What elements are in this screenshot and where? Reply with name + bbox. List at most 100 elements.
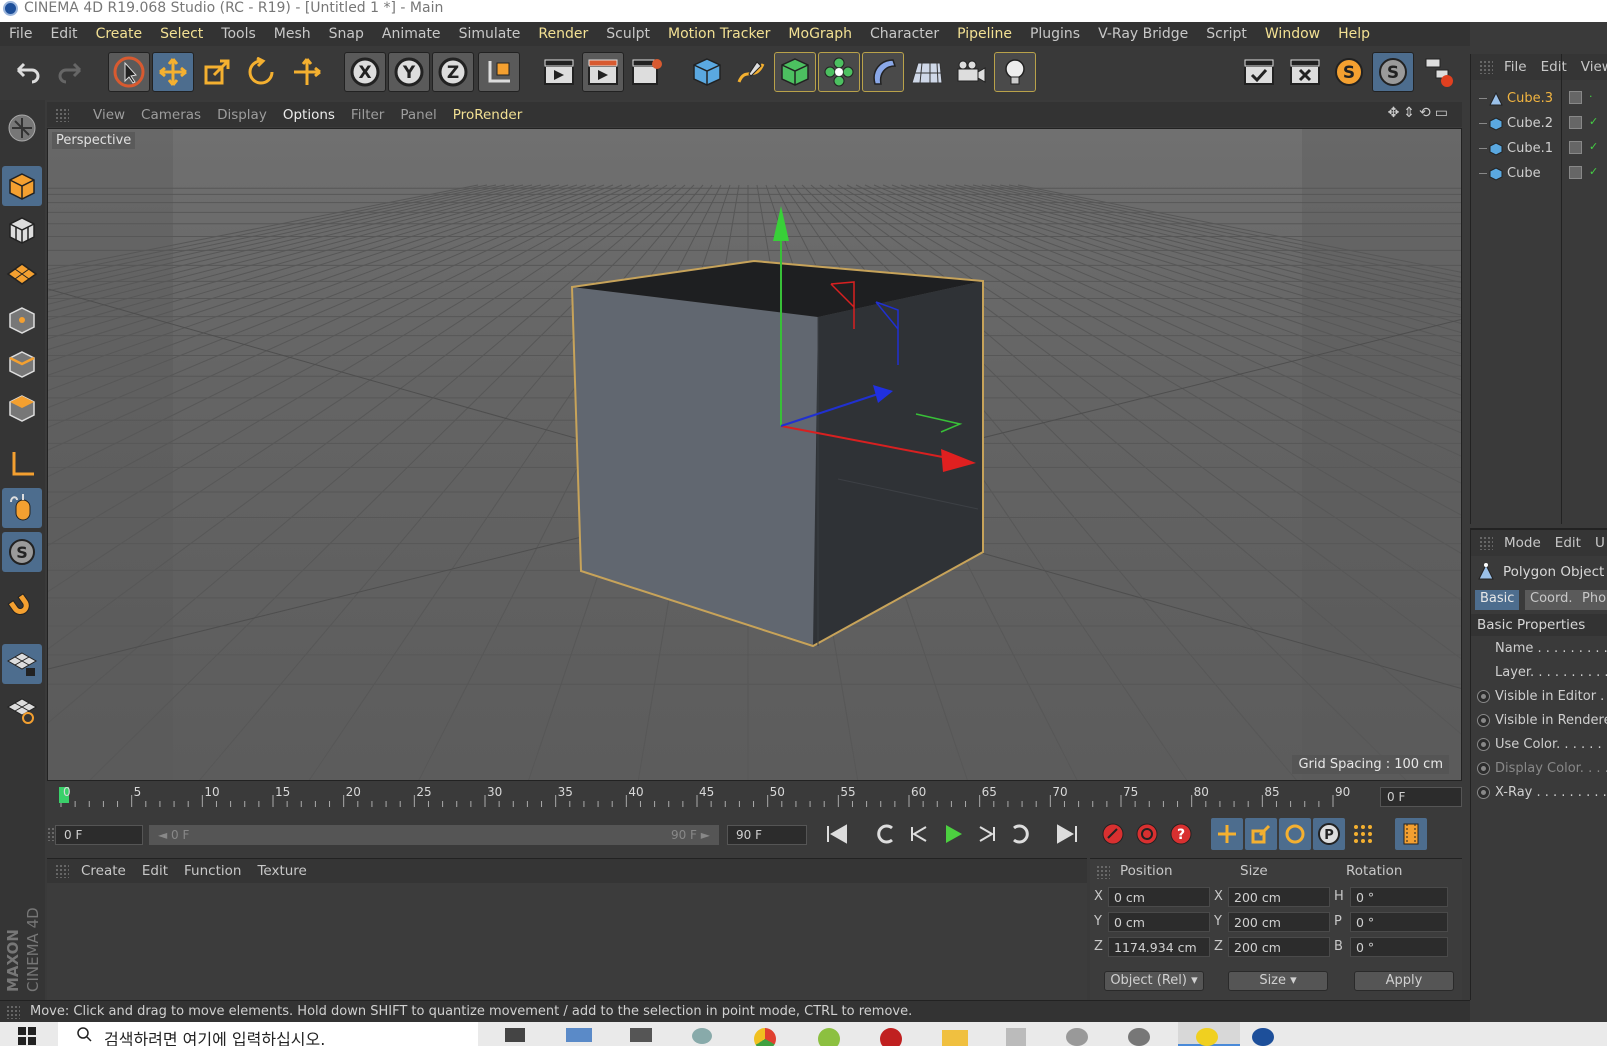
- menu-mograph[interactable]: MoGraph: [779, 26, 861, 42]
- attribute-tab-coord[interactable]: Coord.: [1525, 590, 1578, 610]
- solo-mode-button[interactable]: S: [2, 532, 42, 572]
- autokeying-button[interactable]: [1131, 818, 1163, 850]
- object-menu-file[interactable]: File: [1497, 59, 1534, 75]
- render-to-picture-viewer-button[interactable]: [582, 52, 624, 92]
- position-z-field[interactable]: 1174.934 cm: [1108, 937, 1210, 957]
- menu-create[interactable]: Create: [87, 26, 152, 42]
- attribute-property-row[interactable]: Visible in Renderer: [1471, 710, 1607, 732]
- render-settings-button[interactable]: [626, 52, 668, 92]
- animate-radio-icon[interactable]: [1477, 714, 1490, 727]
- add-camera-button[interactable]: [950, 52, 992, 92]
- key-position-button[interactable]: [1211, 818, 1243, 850]
- next-frame-button[interactable]: [971, 818, 1003, 850]
- enable-axis-button[interactable]: [2, 444, 42, 484]
- taskbar-app-icon-6[interactable]: [1128, 1028, 1150, 1046]
- z-axis-lock-button[interactable]: Z: [432, 52, 474, 92]
- rotate-tool-button[interactable]: [240, 52, 282, 92]
- render-view-button[interactable]: [538, 52, 580, 92]
- edges-mode-button[interactable]: [2, 344, 42, 384]
- snapping-button[interactable]: [2, 588, 42, 628]
- menu-motion-tracker[interactable]: Motion Tracker: [659, 26, 779, 42]
- keyframe-selection-button[interactable]: ?: [1165, 818, 1197, 850]
- goto-start-button[interactable]: [821, 818, 853, 850]
- make-editable-button[interactable]: [2, 108, 42, 148]
- attribute-property-row[interactable]: Name . . . . . . . . .: [1471, 638, 1607, 660]
- add-floor-button[interactable]: [906, 52, 948, 92]
- redo-button[interactable]: [50, 52, 92, 92]
- menu-select[interactable]: Select: [151, 26, 212, 42]
- move-tool-button[interactable]: [152, 52, 194, 92]
- menu-simulate[interactable]: Simulate: [450, 26, 530, 42]
- windows-start-icon[interactable]: [18, 1027, 36, 1045]
- timeline-ruler[interactable]: 0 5 10 15 20 25 30 35 40 45 50 55 60 65 70 75 80 85 90 0 F: [47, 781, 1462, 811]
- rotation-p-field[interactable]: 0 °: [1350, 912, 1448, 932]
- y-axis-lock-button[interactable]: Y: [388, 52, 430, 92]
- timeline-window-button[interactable]: [1395, 818, 1427, 850]
- viewport-scene[interactable]: [48, 129, 1462, 781]
- menu-window[interactable]: Window: [1256, 26, 1329, 42]
- viewport-menu-grip-icon[interactable]: [55, 108, 69, 122]
- viewport-menu-display[interactable]: Display: [209, 107, 275, 123]
- script-button-1[interactable]: S: [1328, 52, 1370, 92]
- key-scale-button[interactable]: [1245, 818, 1277, 850]
- menu-sculpt[interactable]: Sculpt: [597, 26, 659, 42]
- menu-edit[interactable]: Edit: [41, 26, 86, 42]
- taskbar-app-icon-5[interactable]: [1066, 1028, 1088, 1046]
- attribute-tab-pho[interactable]: Pho: [1577, 590, 1607, 610]
- current-frame-field[interactable]: 0 F: [1380, 787, 1462, 807]
- undo-button[interactable]: [6, 52, 48, 92]
- animate-radio-icon[interactable]: [1477, 738, 1490, 751]
- texture-mode-button[interactable]: [2, 210, 42, 250]
- apply-button[interactable]: Apply: [1354, 971, 1454, 991]
- viewport-menu-cameras[interactable]: Cameras: [133, 107, 209, 123]
- menu-v-ray-bridge[interactable]: V-Ray Bridge: [1089, 26, 1197, 42]
- add-deformer-button[interactable]: [862, 52, 904, 92]
- add-light-button[interactable]: [994, 52, 1036, 92]
- coord-mode-select[interactable]: Object (Rel) ▾: [1104, 971, 1204, 991]
- live-selection-button[interactable]: [108, 52, 150, 92]
- lock-workplane-button[interactable]: [2, 644, 42, 684]
- material-menu-function[interactable]: Function: [176, 863, 249, 879]
- viewport-menu-filter[interactable]: Filter: [343, 107, 392, 123]
- viewport-menu-options[interactable]: Options: [275, 107, 343, 123]
- material-menu-texture[interactable]: Texture: [249, 863, 314, 879]
- attribute-tab-basic[interactable]: Basic: [1475, 590, 1520, 610]
- render-clear-button[interactable]: [1284, 52, 1326, 92]
- coordinate-system-button[interactable]: [478, 52, 520, 92]
- points-mode-button[interactable]: [2, 300, 42, 340]
- key-parameter-button[interactable]: P: [1313, 818, 1345, 850]
- viewport-nav-icons[interactable]: ✥⇕⟲▭: [1388, 105, 1452, 121]
- attribute-property-row[interactable]: Visible in Editor . .: [1471, 686, 1607, 708]
- model-mode-button[interactable]: [2, 166, 42, 206]
- attribute-property-row[interactable]: X-Ray . . . . . . . . .: [1471, 782, 1607, 804]
- taskbar-app-active[interactable]: [1178, 1022, 1240, 1046]
- cinema4d-taskbar-icon[interactable]: [1252, 1028, 1274, 1046]
- layout-switch-button[interactable]: [1418, 52, 1460, 92]
- menu-render[interactable]: Render: [529, 26, 597, 42]
- workplane-mode-button[interactable]: [2, 254, 42, 294]
- taskbar-app-icon-4[interactable]: [1006, 1028, 1026, 1046]
- taskbar-app-icon-1[interactable]: [566, 1028, 592, 1042]
- file-explorer-icon[interactable]: [942, 1030, 968, 1046]
- key-pla-button[interactable]: [1347, 818, 1379, 850]
- end-frame-field[interactable]: 90 F: [727, 825, 807, 845]
- animate-radio-icon[interactable]: [1477, 690, 1490, 703]
- taskbar-app-icon-3[interactable]: [880, 1028, 902, 1046]
- record-keys-button[interactable]: [1097, 818, 1129, 850]
- taskview-icon[interactable]: [505, 1028, 525, 1042]
- menu-animate[interactable]: Animate: [373, 26, 450, 42]
- animate-radio-icon[interactable]: [1477, 786, 1490, 799]
- menu-tools[interactable]: Tools: [212, 26, 265, 42]
- goto-end-button[interactable]: [1051, 818, 1083, 850]
- perspective-viewport[interactable]: Perspective Grid Spacing : 100 cm: [47, 128, 1462, 781]
- add-generator-button[interactable]: [774, 52, 816, 92]
- menu-help[interactable]: Help: [1329, 26, 1379, 42]
- material-menu-grip-icon[interactable]: [55, 864, 69, 878]
- attribute-manager-grip-icon[interactable]: [1479, 536, 1493, 550]
- add-spline-pen-button[interactable]: [730, 52, 772, 92]
- scale-tool-button[interactable]: [196, 52, 238, 92]
- planar-workplane-button[interactable]: [2, 690, 42, 730]
- attribute-menu-mode[interactable]: Mode: [1497, 535, 1548, 551]
- menu-plugins[interactable]: Plugins: [1021, 26, 1089, 42]
- coordinates-grip-icon[interactable]: [1096, 865, 1110, 879]
